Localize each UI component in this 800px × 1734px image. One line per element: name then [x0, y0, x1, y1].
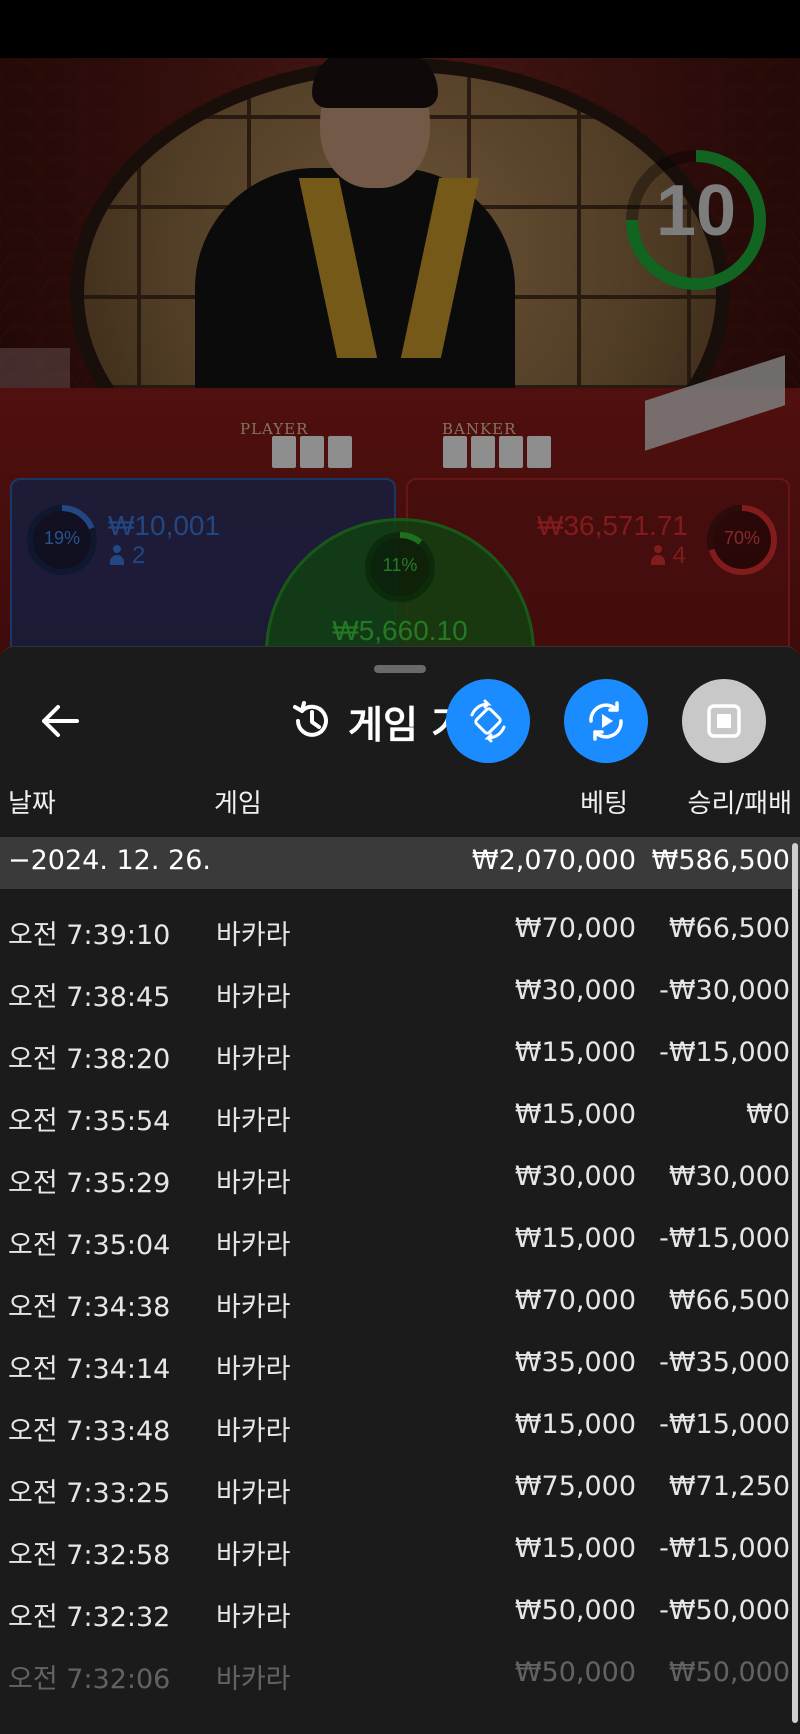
column-result: 승리/패배	[687, 789, 792, 819]
row-result: -₩15,000	[659, 1037, 790, 1068]
history-row[interactable]: 오전 7:35:54 바카라 ₩15,000 ₩0	[0, 1085, 790, 1147]
row-game: 바카라	[216, 1230, 291, 1261]
history-icon	[293, 701, 328, 737]
date-summary-row[interactable]: −2024. 12. 26. ₩2,070,000 ₩586,500	[0, 837, 800, 889]
replay-button[interactable]	[564, 679, 648, 763]
row-bet: ₩50,000	[514, 1595, 636, 1626]
row-result: -₩15,000	[659, 1533, 790, 1564]
row-bet: ₩15,000	[514, 1223, 636, 1254]
row-time: 오전 7:32:58	[8, 1540, 171, 1571]
row-time: 오전 7:35:29	[8, 1168, 171, 1199]
row-time: 오전 7:32:32	[8, 1602, 171, 1633]
row-bet: ₩75,000	[514, 1471, 636, 1502]
history-list: 오전 7:39:10 바카라 ₩70,000 ₩66,500 오전 7:38:45 바카라…	[0, 899, 790, 1705]
row-bet: ₩50,000	[514, 1657, 636, 1688]
row-time: 오전 7:39:10	[8, 920, 171, 951]
history-row[interactable]: 오전 7:34:14 바카라 ₩35,000 -₩35,000	[0, 1333, 790, 1395]
drag-handle[interactable]	[374, 665, 426, 673]
row-time: 오전 7:33:25	[8, 1478, 171, 1509]
row-game: 바카라	[216, 1354, 291, 1385]
video-overlay	[0, 58, 800, 668]
game-history-sheet: 게임 기록 날짜 게임 베팅 승리/패배 −2024. 12. 26. ₩2,0…	[0, 646, 800, 1734]
column-date: 날짜	[8, 789, 56, 819]
history-row[interactable]: 오전 7:32:32 바카라 ₩50,000 -₩50,000	[0, 1581, 790, 1643]
row-result: -₩15,000	[659, 1223, 790, 1254]
history-row[interactable]: 오전 7:35:29 바카라 ₩30,000 ₩30,000	[0, 1147, 790, 1209]
row-time: 오전 7:34:14	[8, 1354, 171, 1385]
summary-bet: ₩2,070,000	[471, 845, 636, 876]
history-row[interactable]: 오전 7:32:06 바카라 ₩50,000 ₩50,000	[0, 1643, 790, 1705]
row-game: 바카라	[216, 1602, 291, 1633]
column-headers: 날짜 게임 베팅 승리/패배	[0, 775, 800, 825]
row-bet: ₩15,000	[514, 1099, 636, 1130]
summary-result: ₩586,500	[651, 845, 790, 876]
stop-button[interactable]	[682, 679, 766, 763]
row-bet: ₩70,000	[514, 913, 636, 944]
row-game: 바카라	[216, 1292, 291, 1323]
row-time: 오전 7:38:20	[8, 1044, 171, 1075]
history-row[interactable]: 오전 7:35:04 바카라 ₩15,000 -₩15,000	[0, 1209, 790, 1271]
arrow-left-icon	[42, 705, 79, 737]
row-time: 오전 7:32:06	[8, 1664, 171, 1695]
row-result: -₩30,000	[659, 975, 790, 1006]
row-result: ₩0	[746, 1099, 790, 1130]
scrollbar[interactable]	[792, 843, 798, 1723]
row-result: ₩30,000	[668, 1161, 790, 1192]
rotate-phone-icon	[470, 699, 506, 743]
row-result: ₩66,500	[668, 1285, 790, 1316]
history-row[interactable]: 오전 7:32:58 바카라 ₩15,000 -₩15,000	[0, 1519, 790, 1581]
row-result: -₩15,000	[659, 1409, 790, 1440]
row-bet: ₩30,000	[514, 1161, 636, 1192]
row-bet: ₩30,000	[514, 975, 636, 1006]
row-time: 오전 7:33:48	[8, 1416, 171, 1447]
row-result: -₩50,000	[659, 1595, 790, 1626]
row-game: 바카라	[216, 1168, 291, 1199]
column-bet: 베팅	[580, 789, 628, 819]
history-row[interactable]: 오전 7:34:38 바카라 ₩70,000 ₩66,500	[0, 1271, 790, 1333]
replay-icon	[589, 701, 623, 741]
column-game: 게임	[214, 789, 262, 819]
row-game: 바카라	[216, 1664, 291, 1695]
row-game: 바카라	[216, 1416, 291, 1447]
row-game: 바카라	[216, 1478, 291, 1509]
row-time: 오전 7:34:38	[8, 1292, 171, 1323]
back-button[interactable]	[34, 695, 86, 747]
history-row[interactable]: 오전 7:33:48 바카라 ₩15,000 -₩15,000	[0, 1395, 790, 1457]
row-time: 오전 7:38:45	[8, 982, 171, 1013]
row-bet: ₩70,000	[514, 1285, 636, 1316]
stop-icon	[707, 704, 741, 738]
row-time: 오전 7:35:04	[8, 1230, 171, 1261]
row-game: 바카라	[216, 920, 291, 951]
row-time: 오전 7:35:54	[8, 1106, 171, 1137]
row-result: ₩66,500	[668, 913, 790, 944]
status-bar	[0, 0, 800, 58]
row-result: ₩71,250	[668, 1471, 790, 1502]
history-row[interactable]: 오전 7:38:45 바카라 ₩30,000 -₩30,000	[0, 961, 790, 1023]
row-game: 바카라	[216, 1540, 291, 1571]
row-game: 바카라	[216, 982, 291, 1013]
history-row[interactable]: 오전 7:38:20 바카라 ₩15,000 -₩15,000	[0, 1023, 790, 1085]
history-row[interactable]: 오전 7:39:10 바카라 ₩70,000 ₩66,500	[0, 899, 790, 961]
row-result: -₩35,000	[659, 1347, 790, 1378]
row-bet: ₩15,000	[514, 1533, 636, 1564]
rotate-screen-button[interactable]	[446, 679, 530, 763]
row-bet: ₩15,000	[514, 1409, 636, 1440]
row-game: 바카라	[216, 1044, 291, 1075]
summary-date: −2024. 12. 26.	[8, 845, 211, 876]
row-bet: ₩35,000	[514, 1347, 636, 1378]
row-bet: ₩15,000	[514, 1037, 636, 1068]
history-row[interactable]: 오전 7:33:25 바카라 ₩75,000 ₩71,250	[0, 1457, 790, 1519]
row-result: ₩50,000	[668, 1657, 790, 1688]
row-game: 바카라	[216, 1106, 291, 1137]
